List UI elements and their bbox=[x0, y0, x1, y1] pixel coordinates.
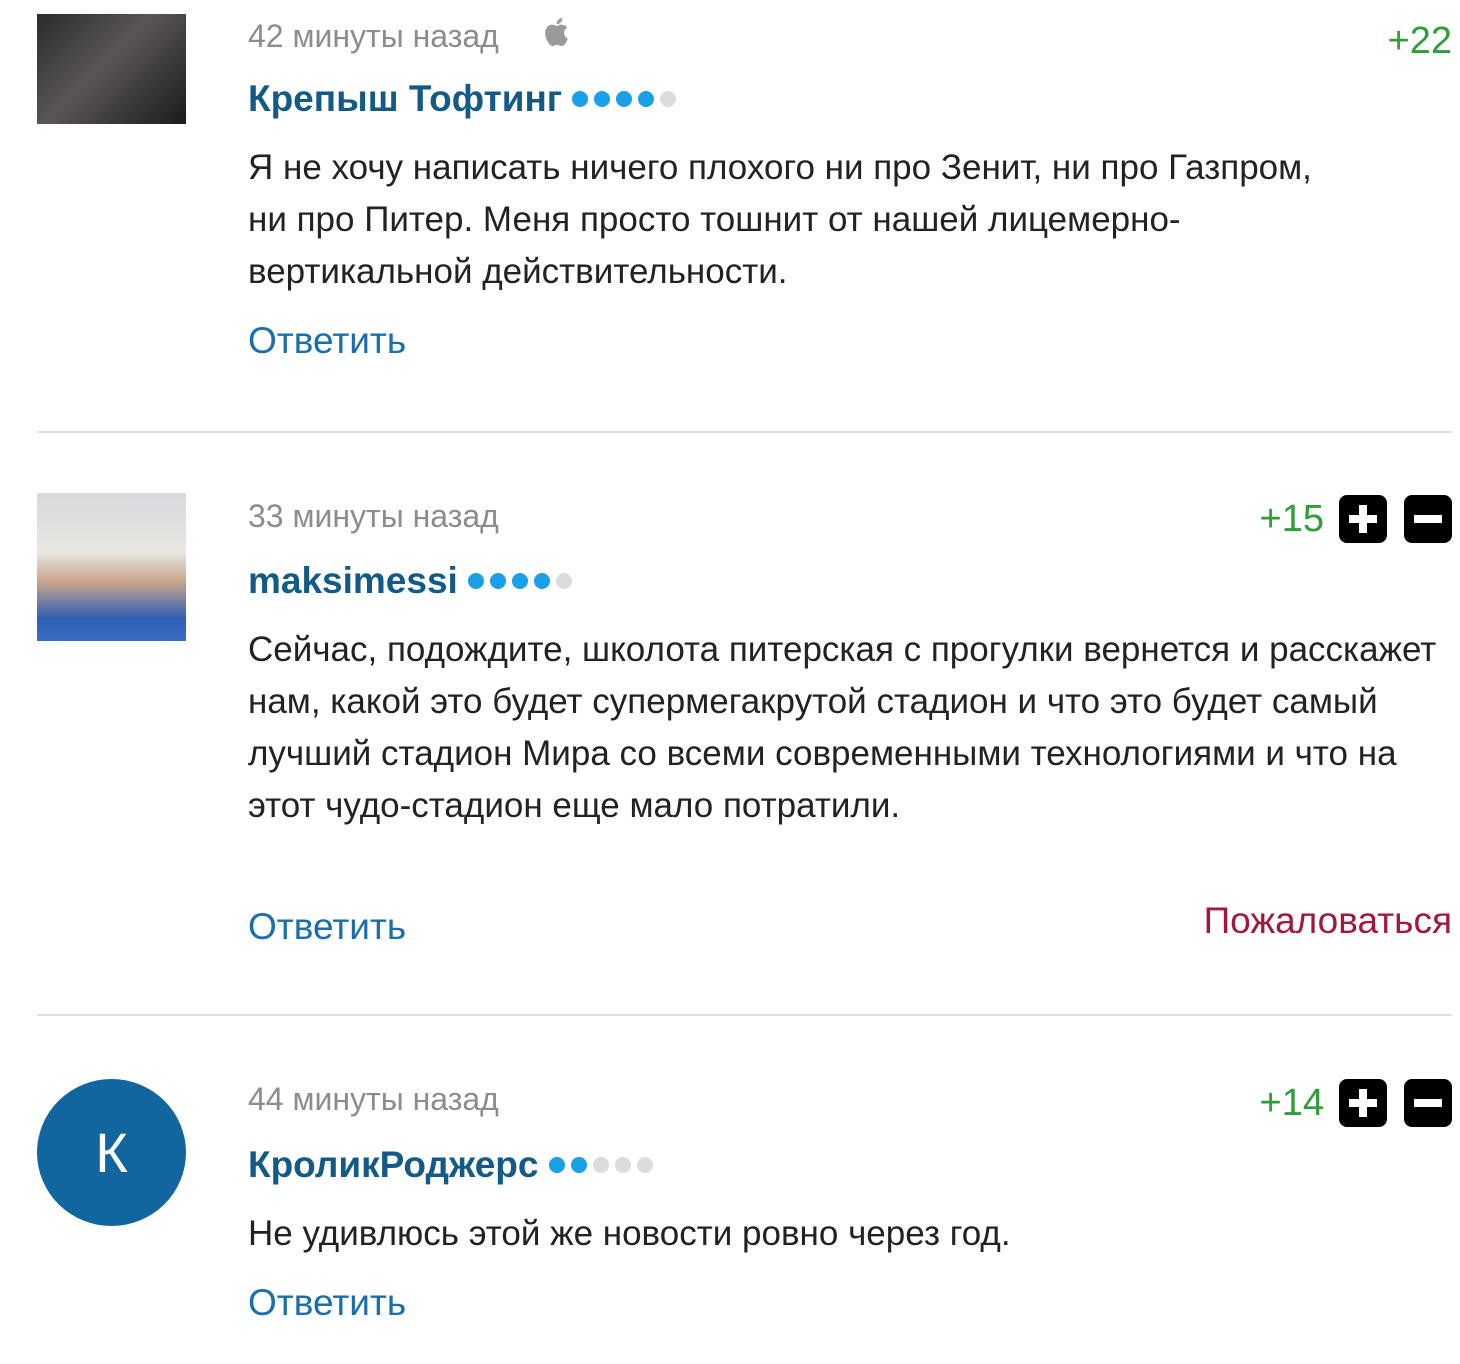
rating-dots bbox=[572, 91, 682, 107]
comment-text: Я не хочу написать ничего плохого ни про… bbox=[248, 148, 1312, 291]
comment-author[interactable]: maksimessi bbox=[248, 560, 578, 602]
upvote-button[interactable] bbox=[1339, 1079, 1387, 1127]
reply-link[interactable]: Ответить bbox=[248, 1282, 406, 1324]
reply-link[interactable]: Ответить bbox=[248, 906, 406, 948]
divider bbox=[37, 431, 1452, 433]
avatar-letter: К bbox=[37, 1079, 186, 1226]
apple-icon bbox=[545, 17, 568, 47]
divider bbox=[37, 1014, 1452, 1016]
downvote-button[interactable] bbox=[1404, 1079, 1452, 1127]
author-name[interactable]: maksimessi bbox=[248, 560, 458, 602]
upvote-button[interactable] bbox=[1339, 495, 1387, 543]
comment-score: +22 bbox=[1387, 20, 1452, 62]
comment-text: Не удивлюсь этой же новости ровно через … bbox=[248, 1214, 1011, 1253]
comment-time: 44 минуты назад bbox=[248, 1081, 499, 1117]
author-name[interactable]: КроликРоджерс bbox=[248, 1144, 539, 1186]
avatar[interactable]: К bbox=[37, 1079, 186, 1226]
downvote-button[interactable] bbox=[1404, 495, 1452, 543]
comment-score: +15 bbox=[1259, 498, 1324, 540]
comment-author[interactable]: Крепыш Тофтинг bbox=[248, 78, 682, 120]
comment-text: Сейчас, подождите, школота питерская с п… bbox=[248, 630, 1437, 825]
comment-time: 42 минуты назад bbox=[248, 18, 499, 54]
reply-link[interactable]: Ответить bbox=[248, 320, 406, 362]
complain-link[interactable]: Пожаловаться bbox=[1204, 900, 1452, 942]
author-name[interactable]: Крепыш Тофтинг bbox=[248, 78, 562, 120]
rating-dots bbox=[467, 573, 578, 589]
avatar[interactable] bbox=[37, 493, 186, 641]
comment-author[interactable]: КроликРоджерс bbox=[248, 1144, 659, 1186]
comment-score: +14 bbox=[1259, 1082, 1324, 1124]
comment-time: 33 минуты назад bbox=[248, 498, 499, 534]
avatar[interactable] bbox=[37, 14, 186, 124]
rating-dots bbox=[548, 1157, 659, 1173]
